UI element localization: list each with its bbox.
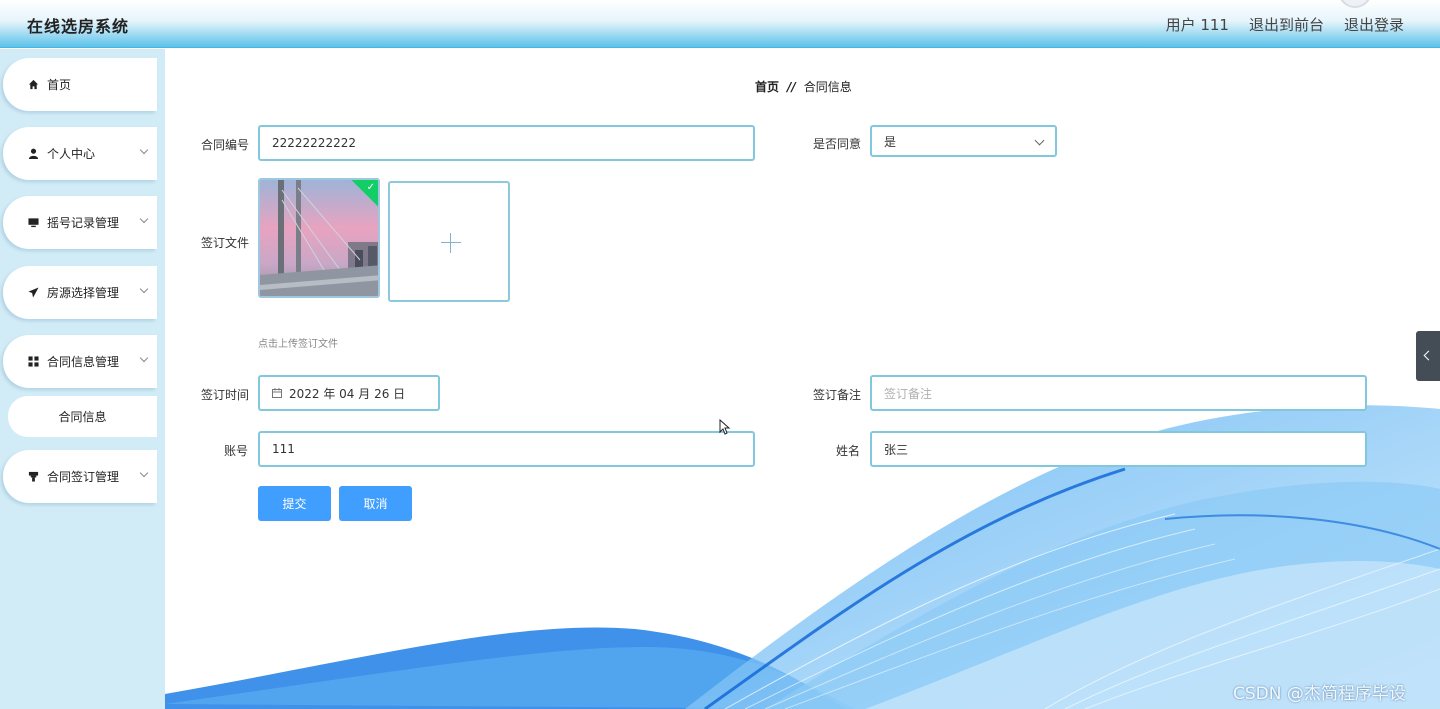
sidebar-item-contract-signing[interactable]: 合同签订管理 [3,450,157,503]
sidebar-item-label: 合同信息管理 [47,355,120,369]
uploaded-file-thumbnail[interactable]: ✓ [258,178,380,298]
stamp-icon [27,471,39,483]
monitor-icon [27,217,39,229]
watermark: CSDN @杰简程序毕设 [1233,684,1406,704]
person-icon [27,148,39,160]
send-icon [27,287,39,299]
name-value: 张三 [884,442,909,457]
app-title: 在线选房系统 [27,17,130,36]
sign-time-picker[interactable]: 2022 年 04 月 26 日 [258,375,440,411]
sidebar-item-label: 首页 [47,78,72,92]
user-label: 用户 111 [1165,16,1229,34]
calendar-icon [272,388,282,398]
avatar[interactable] [1338,0,1372,8]
sidebar-subitem-contract-info[interactable]: 合同信息 [8,396,157,437]
sign-time-value: 2022 年 04 月 26 日 [289,386,406,401]
logout-link[interactable]: 退出登录 [1344,14,1404,35]
sidebar-item-label: 房源选择管理 [47,286,120,300]
account-label: 账号 [224,444,249,458]
submit-button[interactable]: 提交 [258,486,331,521]
home-icon [27,79,39,91]
contract-no-value: 22222222222 [272,136,356,150]
upload-button[interactable] [388,181,510,302]
plus-icon [441,242,461,243]
cancel-button[interactable]: 取消 [339,486,412,521]
upload-hint: 点击上传签订文件 [258,339,338,350]
grid-icon [27,356,39,368]
contract-no-input[interactable]: 22222222222 [258,125,755,161]
account-value: 111 [272,442,295,456]
sidebar-item-house-selection[interactable]: 房源选择管理 [3,266,157,319]
plus-icon-vertical [450,233,451,253]
sidebar-item-contract-info[interactable]: 合同信息管理 [3,335,157,388]
agree-value: 是 [884,134,897,149]
chevron-down-icon [139,214,149,224]
chevron-down-icon [1034,135,1045,146]
mouse-cursor-icon [719,419,731,435]
header-actions: 用户 111 退出到前台 退出登录 [1166,14,1404,35]
chevron-down-icon [139,468,149,478]
sidebar-item-lottery-records[interactable]: 摇号记录管理 [3,196,157,249]
check-icon: ✓ [366,182,375,193]
sidebar-subitem-label: 合同信息 [58,410,107,424]
remark-label: 签订备注 [813,388,862,402]
main-content: 首页 // 合同信息 合同编号 22222222222 是否同意 是 签订文件 [165,49,1440,709]
top-header: 在线选房系统 用户 111 退出到前台 退出登录 [0,0,1440,48]
chevron-down-icon [139,284,149,294]
sidebar-item-label: 摇号记录管理 [47,216,120,230]
name-input[interactable]: 张三 [870,431,1367,467]
bridge-photo [260,180,378,296]
remark-placeholder: 签订备注 [884,386,933,401]
account-input[interactable]: 111 [258,431,755,467]
sidebar-item-label: 个人中心 [47,147,96,161]
exit-to-front-link[interactable]: 退出到前台 [1249,14,1324,35]
breadcrumb-current: 合同信息 [803,80,852,94]
agree-select[interactable]: 是 [870,125,1057,157]
chevron-left-icon [1423,350,1434,361]
breadcrumb: 首页 // 合同信息 [755,78,852,95]
breadcrumb-separator: // [787,79,796,94]
sidebar: 首页 个人中心 摇号记录管理 房源选择管理 合同信息管理 合同信息 合同签订管理 [0,49,165,709]
side-panel-toggle[interactable] [1416,331,1440,381]
agree-label: 是否同意 [813,137,862,151]
contract-no-label: 合同编号 [201,138,250,152]
sidebar-item-label: 合同签订管理 [47,470,120,484]
sidebar-item-personal-center[interactable]: 个人中心 [3,127,157,180]
sign-time-label: 签订时间 [201,388,250,402]
chevron-down-icon [139,145,149,155]
chevron-down-icon [139,353,149,363]
name-label: 姓名 [836,444,861,458]
sidebar-item-home[interactable]: 首页 [3,58,157,111]
remark-input[interactable]: 签订备注 [870,375,1367,411]
file-label: 签订文件 [201,236,250,250]
breadcrumb-home[interactable]: 首页 [755,78,779,95]
